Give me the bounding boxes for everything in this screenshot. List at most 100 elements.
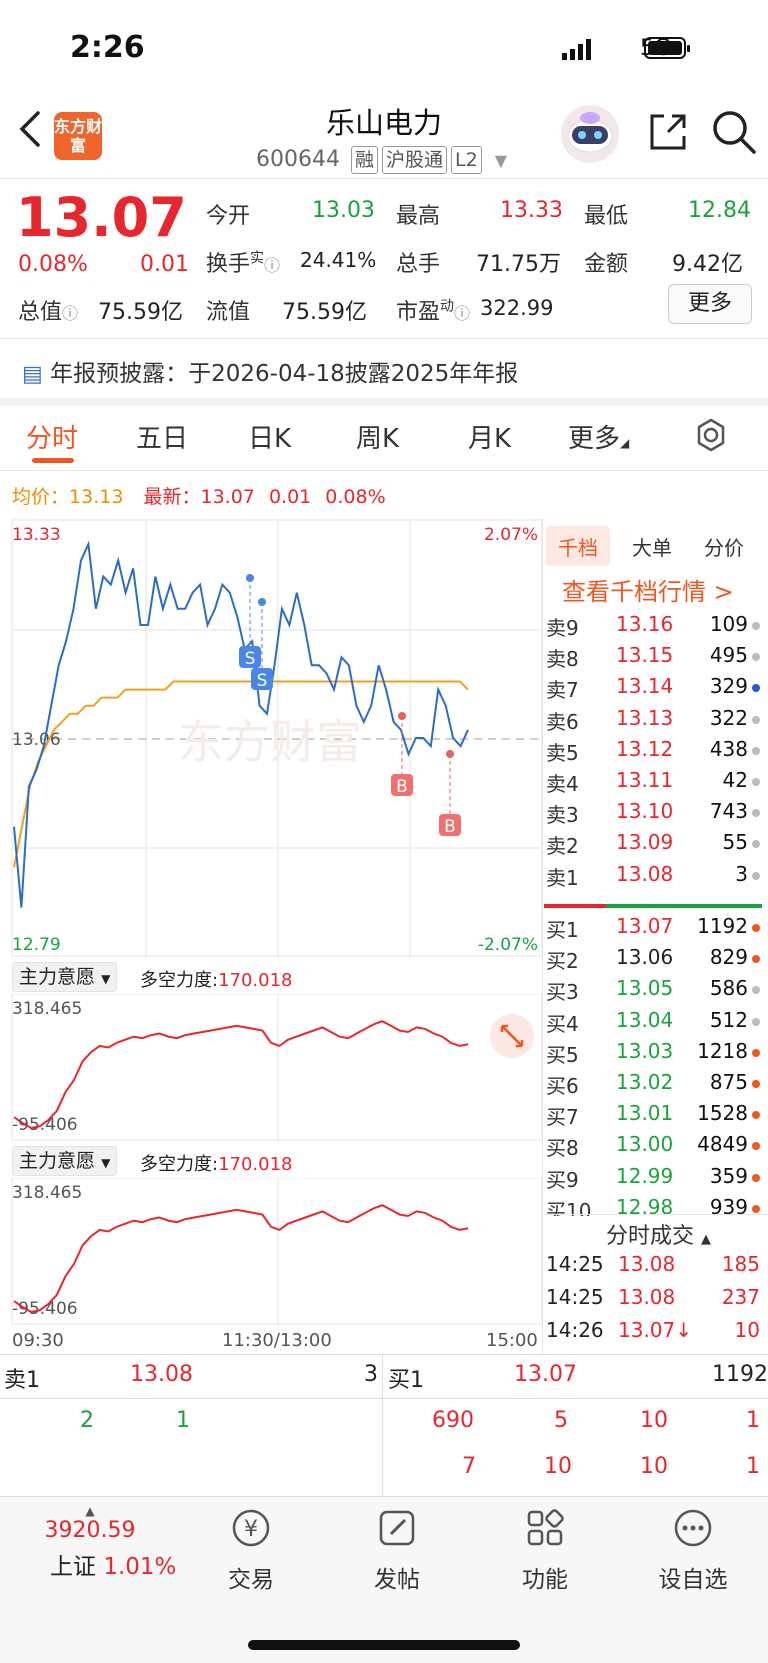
- ask-price: 13.12: [616, 736, 674, 761]
- tab-monthly-k[interactable]: 月K: [468, 418, 511, 455]
- ask-label: 卖2: [546, 834, 579, 859]
- bid-price: 13.03: [616, 1038, 674, 1063]
- share-icon[interactable]: [646, 110, 690, 154]
- settings-gear-icon[interactable]: [694, 418, 728, 452]
- activity-dot: [752, 653, 760, 662]
- sell-marker[interactable]: S: [251, 668, 273, 691]
- status-bar: 2:26 5G: [0, 0, 768, 96]
- indicator-chart-2[interactable]: 318.465 -95.406: [0, 1178, 544, 1326]
- ask-volume: 3: [735, 861, 748, 886]
- status-time: 2:26: [70, 30, 145, 65]
- up-arrow-icon: ▲: [85, 1504, 95, 1518]
- ask-row[interactable]: 卖4 13.11 42: [546, 768, 760, 798]
- bid-label: 买1: [546, 918, 579, 942]
- activity-dot: [752, 746, 760, 755]
- indicator-value: 多空力度:170.018: [140, 970, 293, 991]
- bid-row[interactable]: 买1 13.07 1192: [546, 914, 760, 944]
- depth-link[interactable]: 查看千档行情 >: [562, 572, 734, 607]
- tab-daily-k[interactable]: 日K: [248, 418, 291, 455]
- notice-banner[interactable]: ▤ 年报预披露：于2026-04-18披露2025年年报: [22, 354, 518, 388]
- bid-label: 买8: [546, 1136, 579, 1161]
- bid-volume: 4849: [697, 1132, 748, 1157]
- buy1-vol: 1192: [712, 1362, 768, 1387]
- intraday-price-chart[interactable]: 东方财富 13.33 13.06 12.79 2.07% -2.07% S S …: [0, 518, 544, 958]
- tab-big-orders[interactable]: 大单: [632, 532, 672, 561]
- bid-label: 买2: [546, 949, 579, 974]
- svg-text:B: B: [444, 817, 456, 837]
- dropdown-caret-icon[interactable]: ▼: [495, 151, 507, 170]
- ask-price: 13.16: [616, 612, 674, 636]
- tab-weekly-k[interactable]: 周K: [356, 418, 399, 455]
- ask-label: 卖1: [546, 865, 579, 890]
- ask-price: 13.14: [616, 674, 674, 699]
- home-indicator[interactable]: [248, 1640, 520, 1650]
- bid-row[interactable]: 买9 12.99 359: [546, 1164, 760, 1194]
- tick-volume: 237: [721, 1285, 760, 1309]
- bid-volume: 939: [709, 1194, 748, 1216]
- tab-depth[interactable]: 千档: [558, 532, 598, 561]
- ask-row[interactable]: 卖7 13.14 329: [546, 674, 760, 704]
- ask-row[interactable]: 卖5 13.12 438: [546, 737, 760, 767]
- ratio-bar-buy: [606, 904, 762, 908]
- tab-price-dist[interactable]: 分价: [704, 532, 744, 561]
- index-ticker[interactable]: ▲ 3920.59 上证 1.01%: [40, 1504, 177, 1581]
- bid-row[interactable]: 买3 13.05 586: [546, 976, 760, 1006]
- ask-row[interactable]: 卖8 13.15 495: [546, 643, 760, 673]
- indicator-selector[interactable]: 主力意愿 ▼: [12, 962, 118, 992]
- ask-row[interactable]: 卖1 13.08 3: [546, 862, 760, 892]
- low-value: 12.84: [688, 198, 751, 223]
- bid-row[interactable]: 买8 13.00 4849: [546, 1132, 760, 1162]
- buy-marker[interactable]: B: [391, 774, 413, 797]
- ask-row[interactable]: 卖9 13.16 109: [546, 612, 760, 642]
- bid-volume: 586: [709, 976, 748, 1001]
- indicator-chart-1[interactable]: 318.465 -95.406: [0, 994, 544, 1142]
- bid-volume: 1218: [697, 1038, 748, 1063]
- search-icon[interactable]: [710, 108, 758, 156]
- buy1-price: 13.07: [514, 1362, 577, 1387]
- activity-dot: [752, 1048, 760, 1057]
- tag-connect: 沪股通: [382, 146, 448, 174]
- ask-volume: 55: [722, 830, 748, 855]
- ask-label: 卖3: [546, 803, 579, 828]
- expand-icon[interactable]: [490, 1014, 534, 1058]
- buy-marker[interactable]: B: [439, 814, 461, 837]
- bid-row[interactable]: 买10 12.98 939: [546, 1195, 760, 1216]
- axis-pct-min: -2.07%: [478, 935, 538, 955]
- indicator-selector[interactable]: 主力意愿 ▼: [12, 1146, 118, 1176]
- activity-dot: [752, 715, 760, 724]
- tick-volume: 10: [734, 1318, 760, 1342]
- nav-add-watchlist[interactable]: 设自选: [638, 1506, 748, 1594]
- time-label-midday: 11:30/13:00: [222, 1330, 332, 1351]
- float-label: 流值: [206, 300, 251, 325]
- ask-label: 卖7: [546, 678, 579, 703]
- sell-marker[interactable]: S: [239, 646, 261, 669]
- nav-functions[interactable]: 功能: [490, 1506, 600, 1594]
- bid-row[interactable]: 买4 13.04 512: [546, 1008, 760, 1038]
- bid-row[interactable]: 买6 13.02 875: [546, 1070, 760, 1100]
- ask-row[interactable]: 卖6 13.13 322: [546, 706, 760, 736]
- bid-row[interactable]: 买2 13.06 829: [546, 945, 760, 975]
- ask-row[interactable]: 卖3 13.10 743: [546, 799, 760, 829]
- info-icon: ⓘ: [264, 256, 281, 275]
- indicator-axis-max: 318.465: [12, 1183, 82, 1203]
- bid-row[interactable]: 买5 13.03 1218: [546, 1039, 760, 1069]
- ask-row[interactable]: 卖2 13.09 55: [546, 830, 760, 860]
- float-value: 75.59亿: [282, 300, 367, 325]
- ticks-header[interactable]: 分时成交 ▲: [606, 1218, 711, 1250]
- bid-row[interactable]: 买7 13.01 1528: [546, 1101, 760, 1131]
- tab-intraday[interactable]: 分时: [26, 418, 78, 455]
- ask-price: 13.08: [616, 861, 674, 886]
- tab-more[interactable]: 更多◢: [568, 418, 629, 455]
- activity-dot: [752, 1111, 760, 1120]
- svg-text:B: B: [396, 777, 408, 797]
- grid-icon: [527, 1509, 564, 1546]
- robot-assistant-icon[interactable]: [560, 104, 620, 164]
- index-name: 上证: [50, 1554, 96, 1580]
- bid-price: 12.99: [616, 1163, 674, 1188]
- nav-trade[interactable]: ¥ 交易: [196, 1506, 306, 1594]
- info-icon: ⓘ: [454, 304, 471, 323]
- ask-label: 卖9: [546, 616, 579, 640]
- more-button[interactable]: 更多: [668, 284, 752, 324]
- nav-post[interactable]: 发帖: [342, 1506, 452, 1594]
- tab-five-day[interactable]: 五日: [136, 418, 188, 455]
